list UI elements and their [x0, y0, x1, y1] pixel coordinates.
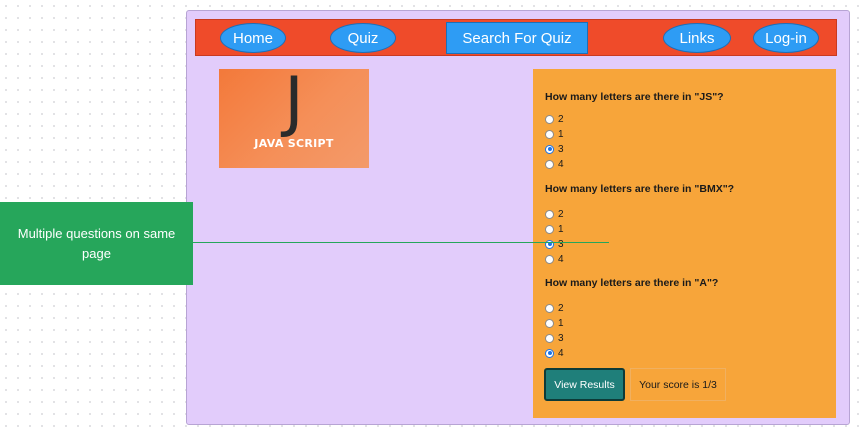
option-label: 3	[558, 332, 564, 344]
answer-option[interactable]: 1	[545, 127, 564, 141]
option-label: 3	[558, 238, 564, 250]
radio-button[interactable]	[545, 209, 554, 219]
radio-button[interactable]	[545, 303, 554, 313]
option-label: 4	[558, 347, 564, 359]
annotation-connector-line	[193, 242, 609, 243]
javascript-logo: J JAVA SCRIPT	[219, 69, 369, 168]
answer-option[interactable]: 3	[545, 142, 564, 156]
radio-button-selected[interactable]	[545, 144, 554, 154]
app-window: Home Quiz Search For Quiz Links Log-in J…	[186, 10, 850, 425]
option-label: 1	[558, 223, 564, 235]
radio-button[interactable]	[545, 129, 554, 139]
annotation-callout: Multiple questions on same page	[0, 202, 193, 285]
answer-option[interactable]: 4	[545, 346, 564, 360]
question-text: How many letters are there in "JS"?	[545, 91, 724, 103]
radio-button[interactable]	[545, 318, 554, 328]
answer-option[interactable]: 2	[545, 207, 564, 221]
logo-letter: J	[284, 63, 304, 140]
option-label: 2	[558, 208, 564, 220]
search-for-quiz-button[interactable]: Search For Quiz	[446, 22, 588, 54]
nav-login-button[interactable]: Log-in	[753, 23, 819, 53]
radio-button[interactable]	[545, 114, 554, 124]
answer-option[interactable]: 1	[545, 316, 564, 330]
option-label: 4	[558, 253, 564, 265]
option-label: 3	[558, 143, 564, 155]
option-label: 2	[558, 113, 564, 125]
answer-option[interactable]: 4	[545, 157, 564, 171]
radio-button-selected[interactable]	[545, 239, 554, 249]
nav-home-button[interactable]: Home	[220, 23, 286, 53]
question-text: How many letters are there in "BMX"?	[545, 183, 735, 195]
answer-option[interactable]: 2	[545, 301, 564, 315]
radio-button[interactable]	[545, 159, 554, 169]
radio-button-selected[interactable]	[545, 348, 554, 358]
logo-text: JAVA SCRIPT	[254, 137, 334, 150]
answer-option[interactable]: 4	[545, 252, 564, 266]
answer-option[interactable]: 3	[545, 331, 564, 345]
radio-button[interactable]	[545, 254, 554, 264]
radio-button[interactable]	[545, 333, 554, 343]
answer-option[interactable]: 1	[545, 222, 564, 236]
option-label: 4	[558, 158, 564, 170]
option-label: 1	[558, 317, 564, 329]
score-display: Your score is 1/3	[630, 368, 726, 401]
option-label: 1	[558, 128, 564, 140]
radio-button[interactable]	[545, 224, 554, 234]
answer-option[interactable]: 3	[545, 237, 564, 251]
view-results-button[interactable]: View Results	[544, 368, 625, 401]
nav-links-button[interactable]: Links	[663, 23, 731, 53]
nav-quiz-button[interactable]: Quiz	[330, 23, 396, 53]
answer-option[interactable]: 2	[545, 112, 564, 126]
option-label: 2	[558, 302, 564, 314]
question-text: How many letters are there in "A"?	[545, 277, 719, 289]
quiz-panel: How many letters are there in "JS"? 2 1 …	[533, 69, 836, 418]
navbar: Home Quiz Search For Quiz Links Log-in	[195, 19, 837, 56]
